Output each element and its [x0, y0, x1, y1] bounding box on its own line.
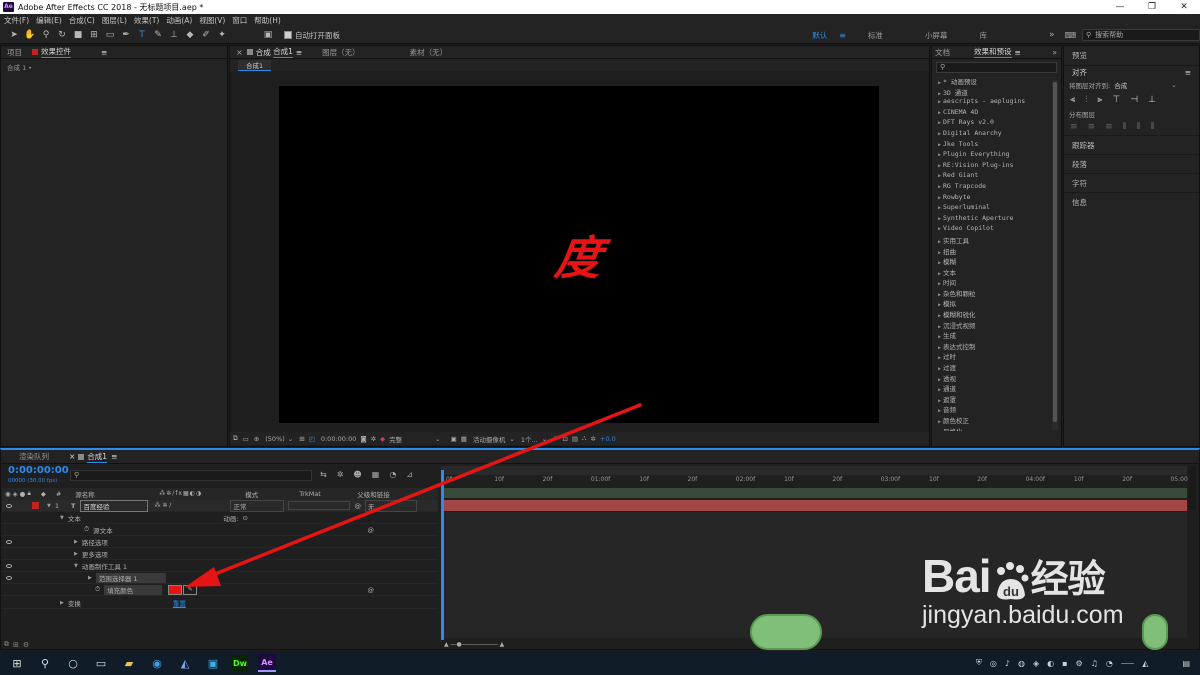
after-effects-taskbar-icon[interactable]: Ae: [258, 654, 276, 672]
windows-start-icon[interactable]: ⊞: [8, 654, 26, 672]
browser-icon[interactable]: ◉: [148, 654, 166, 672]
paw-logo-icon: du: [993, 561, 1029, 600]
shield-icon[interactable]: ⛨: [976, 658, 982, 668]
tray-app-icon[interactable]: ⚙: [1076, 659, 1083, 668]
tray-app-icon[interactable]: ◍: [1018, 659, 1025, 668]
watermark-brand-cn: 经验: [1030, 559, 1106, 601]
search-icon[interactable]: ⚲: [36, 654, 54, 672]
task-view-icon[interactable]: ▭: [92, 654, 110, 672]
volume-icon[interactable]: ♫: [1091, 659, 1098, 668]
windows-taskbar: ⊞ ⚲ ○ ▭ ▰ ◉ ◭ ▣ Dw Ae ⛨ ◎ ♪ ◍ ◈ ◐ ▪ ⚙ ♫ …: [0, 651, 1200, 675]
svg-text:du: du: [1003, 584, 1019, 599]
tray-app-icon[interactable]: ▪: [1062, 659, 1067, 668]
watermark-brand: Bai: [922, 550, 992, 602]
tray-app-icon[interactable]: ◈: [1033, 659, 1039, 668]
file-explorer-icon[interactable]: ▰: [120, 654, 138, 672]
tray-app-icon[interactable]: ◭: [1142, 659, 1148, 668]
green-sticker-left: [750, 614, 822, 650]
network-icon[interactable]: ◔: [1106, 659, 1113, 668]
dreamweaver-icon[interactable]: Dw: [232, 655, 248, 671]
notification-icon[interactable]: ▤: [1182, 659, 1190, 668]
tray-app-icon[interactable]: ◎: [990, 659, 997, 668]
media-app-icon[interactable]: ▣: [204, 654, 222, 672]
tray-app-icon[interactable]: ◐: [1047, 659, 1054, 668]
input-method-icon[interactable]: ⸺: [1121, 658, 1134, 669]
microphone-icon[interactable]: ♪: [1005, 659, 1010, 668]
green-sticker-right: [1142, 614, 1168, 650]
app-icon[interactable]: ◭: [176, 654, 194, 672]
cortana-icon[interactable]: ○: [64, 654, 82, 672]
